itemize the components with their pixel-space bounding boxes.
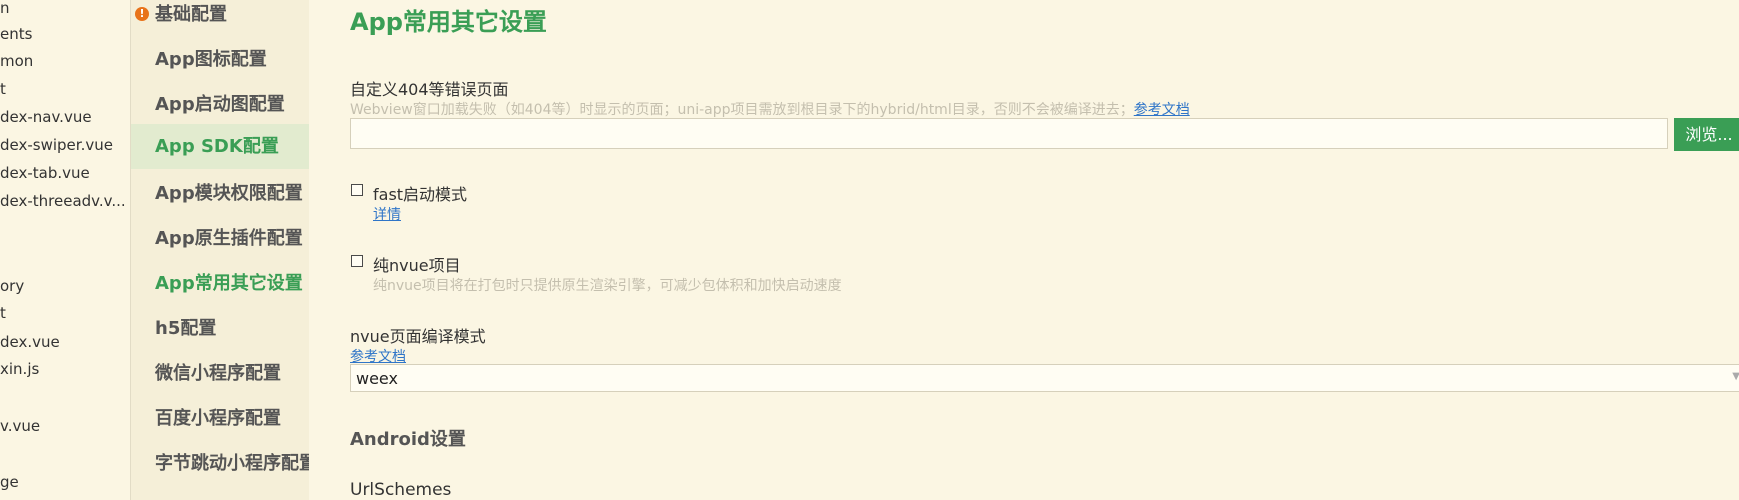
error-page-hint: Webview窗口加载失败（如404等）时显示的页面；uni-app项目需放到根…	[350, 102, 1134, 118]
file-tree-item[interactable]: n	[0, 0, 10, 18]
nav-item-app-splash[interactable]: App启动图配置	[131, 82, 309, 127]
error-page-input[interactable]	[350, 118, 1668, 149]
pure-nvue-hint: 纯nvue项目将在打包时只提供原生渲染引擎，可减少包体积和加快启动速度	[373, 278, 842, 294]
file-tree-item[interactable]: t	[0, 303, 6, 323]
file-tree-item[interactable]: dex-nav.vue	[0, 107, 92, 127]
nvue-compile-doc-link[interactable]: 参考文档	[350, 346, 406, 366]
nav-item-app-icon[interactable]: App图标配置	[131, 37, 309, 82]
url-schemes-label: UrlSchemes	[350, 480, 452, 500]
nav-item-app-sdk[interactable]: App SDK配置	[131, 124, 309, 169]
nav-item-baidu[interactable]: 百度小程序配置	[131, 396, 309, 441]
file-tree-item[interactable]: ory	[0, 276, 24, 296]
file-tree-item[interactable]: ge	[0, 472, 19, 492]
pure-nvue-label: 纯nvue项目	[373, 256, 461, 275]
fast-start-checkbox[interactable]	[351, 184, 363, 196]
warning-icon: !	[135, 7, 149, 21]
settings-content: App常用其它设置 自定义404等错误页面 Webview窗口加载失败（如404…	[310, 0, 1739, 500]
nav-item-h5[interactable]: h5配置	[131, 306, 309, 351]
file-tree-item[interactable]: v.vue	[0, 416, 40, 436]
file-tree-item[interactable]: mon	[0, 51, 33, 71]
fast-start-label: fast启动模式	[373, 185, 468, 204]
file-tree-item[interactable]: dex-threeadv.v...	[0, 191, 126, 211]
nav-item-weixin[interactable]: 微信小程序配置	[131, 351, 309, 396]
nav-item-app-native-plugins[interactable]: App原生插件配置	[131, 216, 309, 261]
fast-start-detail-link[interactable]: 详情	[373, 204, 401, 224]
file-tree-item[interactable]: ents	[0, 24, 32, 44]
nav-item-app-other[interactable]: App常用其它设置	[131, 261, 309, 306]
error-page-hint-row: Webview窗口加载失败（如404等）时显示的页面；uni-app项目需放到根…	[350, 99, 1190, 119]
android-settings-heading: Android设置	[350, 429, 466, 450]
nav-item-app-modules[interactable]: App模块权限配置	[131, 171, 309, 216]
settings-nav: ! 基础配置 App图标配置 App启动图配置 App SDK配置 App模块权…	[131, 0, 309, 500]
file-tree-item[interactable]: dex-tab.vue	[0, 163, 90, 183]
pure-nvue-checkbox[interactable]	[351, 255, 363, 267]
page-title: App常用其它设置	[350, 8, 547, 36]
file-tree-item[interactable]: dex-swiper.vue	[0, 135, 113, 155]
nvue-compile-label: nvue页面编译模式	[350, 327, 486, 346]
error-page-doc-link[interactable]: 参考文档	[1134, 102, 1190, 118]
chevron-down-icon: ▼	[1732, 371, 1739, 382]
error-page-label: 自定义404等错误页面	[350, 80, 509, 99]
nav-item-label: 基础配置	[155, 4, 227, 25]
nvue-compile-select[interactable]: weex ▼	[350, 364, 1739, 392]
file-tree-item[interactable]: dex.vue	[0, 332, 60, 352]
nvue-compile-selected-value: weex	[356, 369, 398, 388]
nav-item-basic[interactable]: ! 基础配置	[131, 0, 309, 37]
nav-item-toutiao[interactable]: 字节跳动小程序配置	[131, 441, 309, 486]
browse-button[interactable]: 浏览...	[1674, 118, 1739, 151]
file-tree-item[interactable]: xin.js	[0, 359, 39, 379]
file-tree-item[interactable]: t	[0, 79, 6, 99]
file-tree: n ents mon t dex-nav.vue dex-swiper.vue …	[0, 0, 131, 500]
